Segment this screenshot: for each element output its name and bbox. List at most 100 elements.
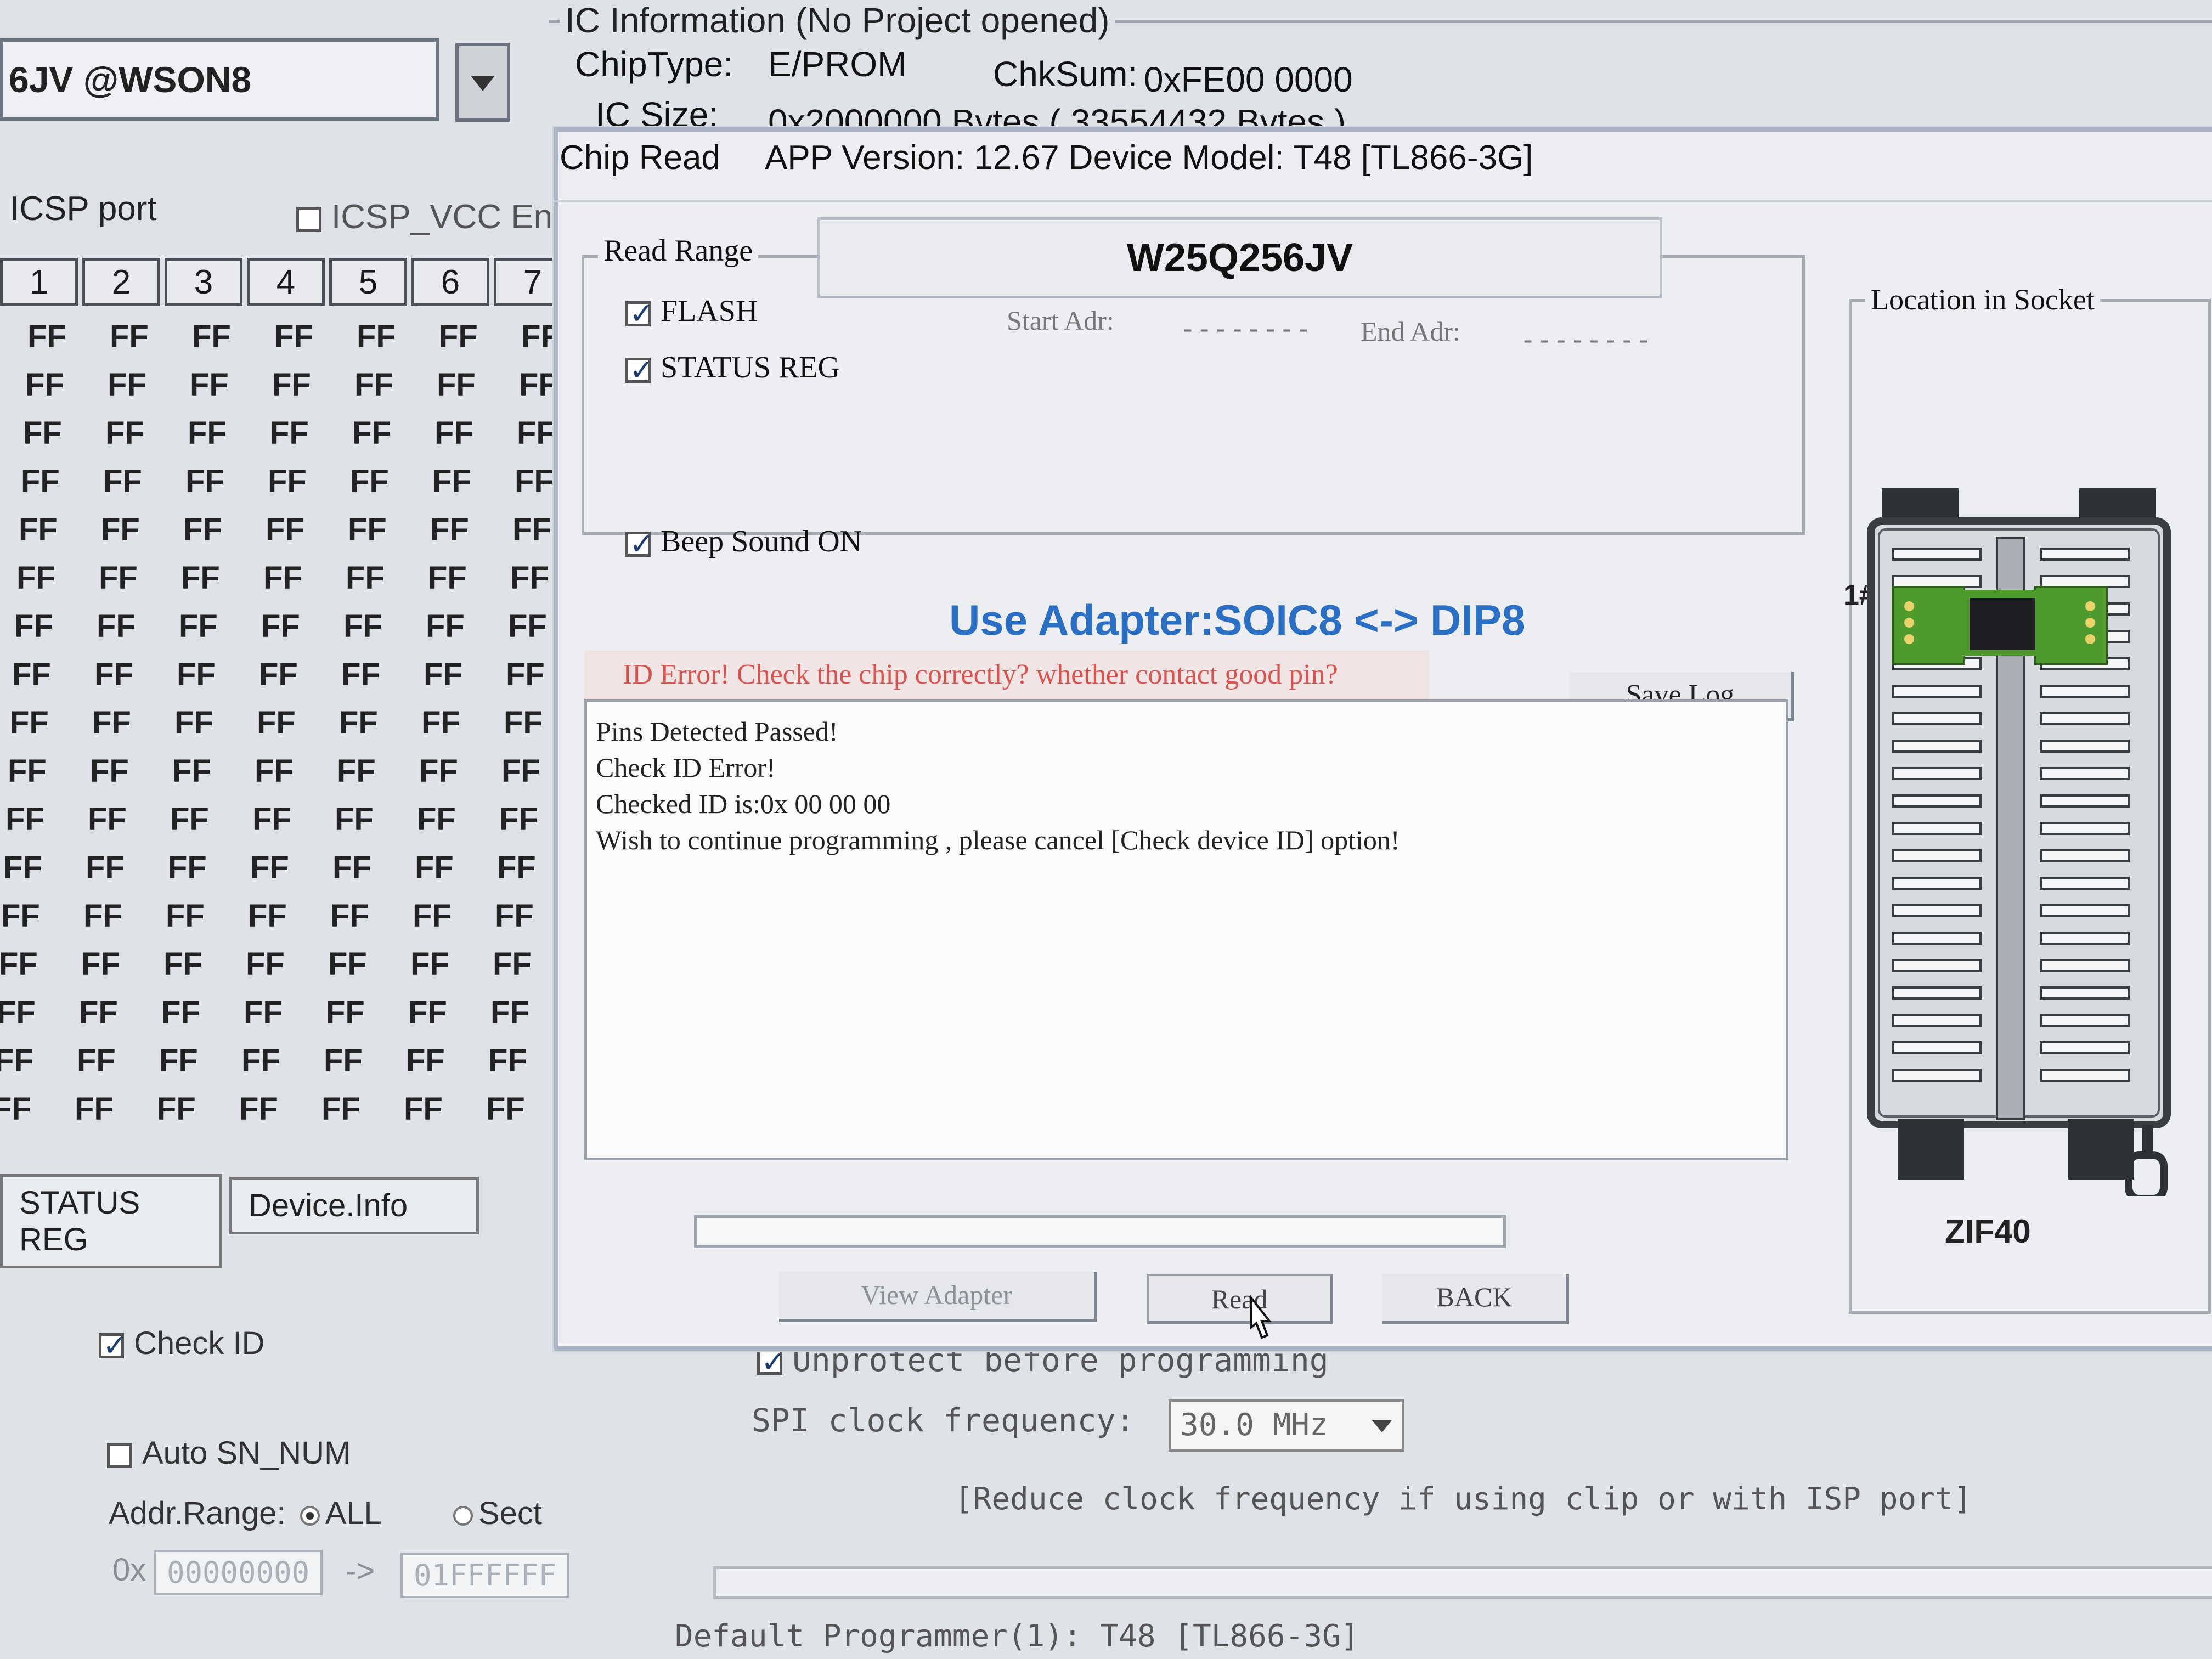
- hex-cell[interactable]: FF: [244, 994, 325, 1031]
- radio-sect[interactable]: [453, 1505, 473, 1526]
- hex-cell[interactable]: FF: [357, 318, 438, 355]
- tab-device-info[interactable]: Device.Info: [229, 1177, 479, 1234]
- hex-cell[interactable]: FF: [515, 463, 554, 500]
- addr-end-input[interactable]: 01FFFFFF: [400, 1553, 570, 1598]
- hex-cell[interactable]: FF: [263, 560, 345, 596]
- hex-cell[interactable]: FF: [185, 463, 267, 500]
- hex-cell[interactable]: FF: [326, 994, 407, 1031]
- hex-cell[interactable]: FF: [330, 898, 411, 934]
- tab-status-reg[interactable]: STATUS REG: [0, 1174, 222, 1268]
- hex-cell[interactable]: FF: [97, 608, 178, 645]
- hex-cell[interactable]: FF: [183, 511, 264, 548]
- device-dropdown-button[interactable]: [455, 43, 510, 122]
- hex-cell[interactable]: FF: [512, 511, 554, 548]
- hex-cell[interactable]: FF: [172, 753, 253, 789]
- hex-cell[interactable]: FF: [486, 1091, 554, 1127]
- hex-cell[interactable]: FF: [348, 511, 429, 548]
- hex-cell[interactable]: FF: [508, 608, 554, 645]
- hex-cell[interactable]: FF: [517, 415, 554, 452]
- hex-cell[interactable]: FF: [354, 366, 436, 403]
- log-area[interactable]: Pins Detected Passed! Check ID Error! Ch…: [584, 699, 1788, 1160]
- hex-cell[interactable]: FF: [335, 801, 416, 838]
- hex-cell[interactable]: FF: [103, 463, 184, 500]
- hex-cell[interactable]: FF: [188, 415, 269, 452]
- hex-cell[interactable]: FF: [428, 560, 509, 596]
- hex-cell[interactable]: FF: [519, 366, 554, 403]
- hex-cell[interactable]: FF: [257, 704, 338, 741]
- hex-cell[interactable]: FF: [252, 801, 334, 838]
- hex-cell[interactable]: FF: [272, 366, 353, 403]
- hex-cell[interactable]: FF: [337, 753, 418, 789]
- hex-cell[interactable]: FF: [424, 656, 505, 693]
- hex-cell[interactable]: FF: [108, 366, 189, 403]
- status-reg-checkbox[interactable]: STATUS REG: [625, 350, 840, 387]
- hex-cell[interactable]: FF: [21, 463, 102, 500]
- spi-clock-select[interactable]: 30.0 MHz: [1169, 1399, 1404, 1452]
- hex-cell[interactable]: FF: [90, 753, 171, 789]
- hex-cell[interactable]: FF: [490, 994, 554, 1031]
- hex-cell[interactable]: FF: [92, 704, 173, 741]
- check-id-checkbox[interactable]: Check ID: [99, 1325, 265, 1363]
- hex-cell[interactable]: FF: [0, 994, 78, 1031]
- hex-cell[interactable]: FF: [94, 656, 176, 693]
- hex-cell[interactable]: FF: [435, 415, 516, 452]
- hex-cell[interactable]: FF: [415, 849, 496, 886]
- hex-cell[interactable]: FF: [339, 704, 420, 741]
- hex-cell[interactable]: FF: [250, 849, 331, 886]
- hex-cell[interactable]: FF: [239, 1091, 320, 1127]
- hex-cell[interactable]: FF: [170, 801, 251, 838]
- beep-checkbox[interactable]: Beep Sound ON: [625, 524, 862, 561]
- hex-cell[interactable]: FF: [495, 898, 554, 934]
- hex-cell[interactable]: FF: [419, 753, 500, 789]
- hex-cell[interactable]: FF: [497, 849, 554, 886]
- hex-cell[interactable]: FF: [255, 753, 336, 789]
- hex-cell[interactable]: FF: [168, 849, 249, 886]
- hex-cell[interactable]: FF: [88, 801, 169, 838]
- back-button[interactable]: BACK: [1383, 1274, 1569, 1324]
- hex-cell[interactable]: FF: [8, 753, 89, 789]
- hex-cell[interactable]: FF: [430, 511, 511, 548]
- hex-cell[interactable]: FF: [83, 898, 165, 934]
- hex-cell[interactable]: FF: [328, 946, 409, 983]
- hex-cell[interactable]: FF: [321, 1091, 403, 1127]
- hex-cell[interactable]: FF: [274, 318, 356, 355]
- hex-cell[interactable]: FF: [16, 560, 98, 596]
- hex-cell[interactable]: FF: [19, 511, 100, 548]
- hex-cell[interactable]: FF: [510, 560, 554, 596]
- hex-cell[interactable]: FF: [179, 608, 260, 645]
- hex-cell[interactable]: FF: [417, 801, 498, 838]
- hex-cell[interactable]: FF: [81, 946, 162, 983]
- hex-cell[interactable]: FF: [166, 898, 247, 934]
- hex-cell[interactable]: FF: [101, 511, 182, 548]
- radio-all[interactable]: [300, 1505, 320, 1526]
- hex-cell[interactable]: FF: [352, 415, 433, 452]
- hex-cell[interactable]: FF: [432, 463, 514, 500]
- hex-cell[interactable]: FF: [406, 1042, 487, 1079]
- hex-cell[interactable]: FF: [23, 415, 104, 452]
- hex-cell[interactable]: FF: [488, 1042, 554, 1079]
- hex-cell[interactable]: FF: [268, 463, 349, 500]
- view-adapter-button[interactable]: View Adapter: [779, 1272, 1097, 1322]
- hex-cell[interactable]: FF: [161, 994, 242, 1031]
- hex-cell[interactable]: FF: [10, 704, 91, 741]
- hex-cell[interactable]: FF: [246, 946, 327, 983]
- hex-cell[interactable]: FF: [341, 656, 422, 693]
- hex-cell[interactable]: FF: [499, 801, 554, 838]
- hex-cell[interactable]: FF: [75, 1091, 156, 1127]
- hex-cell[interactable]: FF: [192, 318, 273, 355]
- hex-cell[interactable]: FF: [0, 946, 80, 983]
- hex-cell[interactable]: FF: [159, 1042, 240, 1079]
- hex-cell[interactable]: FF: [110, 318, 191, 355]
- hex-cell[interactable]: FF: [77, 1042, 158, 1079]
- hex-grid[interactable]: FF FF FF FF FF FF FF FF FF FF FF FF FF FF FF FF FF FF FF FF…: [0, 318, 554, 1174]
- hex-cell[interactable]: FF: [177, 656, 258, 693]
- hex-cell[interactable]: FF: [404, 1091, 485, 1127]
- hex-cell[interactable]: FF: [157, 1091, 238, 1127]
- device-select[interactable]: 6JV @WSON8: [0, 38, 439, 121]
- hex-cell[interactable]: FF: [190, 366, 271, 403]
- auto-sn-checkbox[interactable]: Auto SN_NUM: [107, 1435, 351, 1471]
- hex-cell[interactable]: FF: [413, 898, 494, 934]
- hex-cell[interactable]: FF: [437, 366, 518, 403]
- addr-start-input[interactable]: 00000000: [154, 1550, 323, 1595]
- hex-cell[interactable]: FF: [343, 608, 425, 645]
